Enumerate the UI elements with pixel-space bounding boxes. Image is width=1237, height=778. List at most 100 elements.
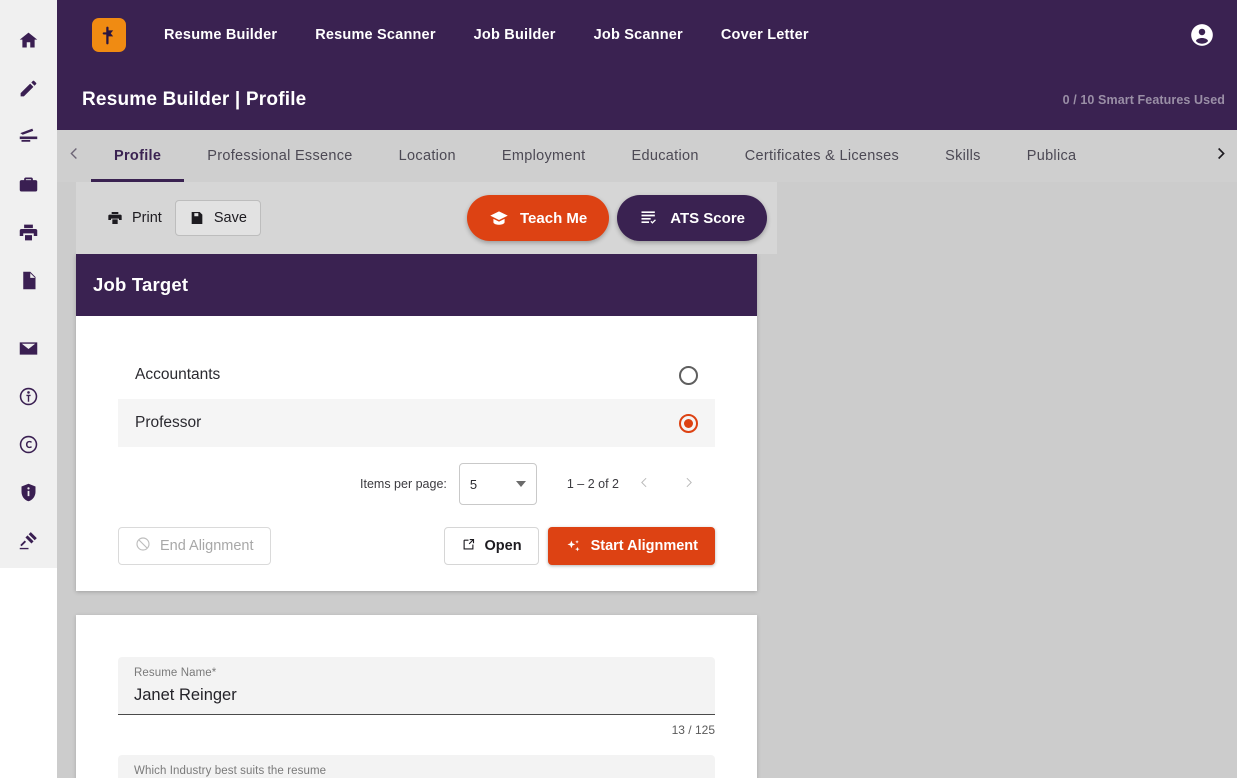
tab-certificates-and-licenses[interactable]: Certificates & Licenses (722, 130, 922, 182)
left-icon-rail (0, 0, 57, 778)
info-person-icon (18, 386, 39, 407)
ats-score-label: ATS Score (670, 209, 745, 227)
job-target-body: Accountants Professor Items per page: 5 (76, 316, 757, 591)
start-alignment-button[interactable]: Start Alignment (547, 527, 715, 565)
page-title-row: Resume Builder | Profile 0 / 10 Smart Fe… (57, 70, 1237, 130)
left-icon-rail-panel (0, 0, 57, 568)
job-target-title: Job Target (93, 274, 189, 295)
teach-me-button[interactable]: Teach Me (467, 195, 610, 241)
job-target-card: Job Target Accountants Professor Items p… (76, 254, 757, 591)
logo-flag-icon (99, 25, 120, 46)
printer-icon (107, 210, 123, 226)
tab-profile[interactable]: Profile (91, 130, 185, 182)
chevron-right-icon (1213, 146, 1228, 166)
job-target-option-professor[interactable]: Professor (118, 399, 715, 447)
teach-me-label: Teach Me (520, 209, 588, 227)
tab-education[interactable]: Education (609, 130, 722, 182)
save-button[interactable]: Save (174, 200, 261, 236)
items-per-page-select[interactable]: 5 (458, 463, 537, 505)
smart-features-counter: 0 / 10 Smart Features Used (1062, 93, 1225, 107)
pagination-range-label: 1 – 2 of 2 (566, 477, 619, 491)
open-external-icon (461, 537, 476, 556)
resume-name-input[interactable] (134, 686, 699, 705)
tab-location[interactable]: Location (376, 130, 479, 182)
nav-link-resume-builder[interactable]: Resume Builder (164, 27, 277, 43)
start-alignment-label: Start Alignment (590, 538, 698, 554)
industry-select-field[interactable]: Which Industry best suits the resume Hea… (118, 755, 715, 778)
main-content-column: Print Save Teach Me ATS Score Job Target… (76, 182, 777, 778)
shield-info-icon (18, 482, 39, 503)
radio-professor[interactable] (679, 413, 698, 433)
document-icon (18, 270, 39, 291)
items-per-page-label: Items per page: (360, 477, 447, 491)
job-target-header: Job Target (76, 254, 757, 316)
rail-item-copyright[interactable] (9, 424, 49, 464)
open-button[interactable]: Open (443, 527, 539, 565)
copyright-icon (18, 434, 39, 455)
end-alignment-button[interactable]: End Alignment (118, 527, 271, 565)
rail-item-home[interactable] (9, 20, 49, 60)
scanner-icon (18, 126, 39, 147)
job-target-option-label: Accountants (135, 366, 221, 383)
edit-icon (18, 78, 39, 99)
briefcase-icon (18, 174, 39, 195)
rail-item-resume-scanner[interactable] (9, 116, 49, 156)
rail-item-terms[interactable] (9, 520, 49, 560)
account-circle-icon[interactable] (1189, 22, 1215, 48)
save-button-label: Save (213, 210, 247, 226)
nav-link-job-builder[interactable]: Job Builder (474, 27, 556, 43)
tabs-scroll-left-button[interactable] (57, 130, 91, 182)
chevron-down-icon (515, 481, 526, 487)
resume-name-label: Resume Name* (134, 667, 217, 679)
content-toolbar: Print Save Teach Me ATS Score (76, 182, 777, 254)
resume-details-card: Resume Name* 13 / 125 Which Industry bes… (76, 615, 757, 778)
open-label: Open (484, 538, 522, 554)
app-logo[interactable] (92, 18, 126, 52)
printer-icon (18, 222, 39, 243)
chevron-left-icon (638, 476, 651, 492)
rail-item-contact[interactable] (9, 328, 49, 368)
resume-name-field[interactable]: Resume Name* (118, 657, 715, 715)
app-header: Resume Builder Resume Scanner Job Builde… (57, 0, 1237, 130)
gavel-icon (18, 530, 39, 551)
items-per-page-value: 5 (469, 476, 478, 492)
nav-link-resume-scanner[interactable]: Resume Scanner (315, 27, 435, 43)
sparkles-icon (565, 538, 582, 555)
job-target-actions: End Alignment Open Start Alignment (118, 527, 715, 565)
rail-item-cover-letter[interactable] (9, 260, 49, 300)
tab-publications[interactable]: Publica (1004, 130, 1100, 182)
rail-item-job-scanner[interactable] (9, 212, 49, 252)
page-title: Resume Builder | Profile (82, 89, 307, 110)
graduation-cap-icon (489, 208, 509, 228)
rail-item-edit[interactable] (9, 68, 49, 108)
print-button[interactable]: Print (94, 200, 175, 236)
chevron-left-icon (67, 146, 82, 166)
tab-skills[interactable]: Skills (922, 130, 1004, 182)
ban-icon (135, 536, 151, 556)
previous-page-button[interactable] (625, 465, 663, 503)
ats-score-button[interactable]: ATS Score (617, 195, 767, 241)
end-alignment-label: End Alignment (160, 538, 254, 554)
paginator: Items per page: 5 1 – 2 of 2 (118, 463, 715, 505)
job-target-option-label: Professor (135, 414, 202, 431)
checklist-icon (639, 208, 659, 228)
radio-accountants[interactable] (679, 365, 698, 385)
tab-bar: Profile Professional Essence Location Em… (57, 130, 1237, 182)
nav-link-cover-letter[interactable]: Cover Letter (721, 27, 809, 43)
mail-icon (18, 338, 39, 359)
job-target-option-accountants[interactable]: Accountants (118, 351, 715, 399)
rail-item-job-builder[interactable] (9, 164, 49, 204)
tab-professional-essence[interactable]: Professional Essence (184, 130, 375, 182)
print-button-label: Print (132, 210, 162, 226)
industry-label: Which Industry best suits the resume (134, 765, 327, 777)
top-navigation-bar: Resume Builder Resume Scanner Job Builde… (57, 0, 1237, 70)
tabs-scroll-right-button[interactable] (1203, 130, 1237, 182)
chevron-right-icon (682, 476, 695, 492)
tab-employment[interactable]: Employment (479, 130, 609, 182)
next-page-button[interactable] (669, 465, 707, 503)
page-body: Resume Builder Resume Scanner Job Builde… (57, 0, 1237, 778)
rail-item-about[interactable] (9, 376, 49, 416)
rail-item-privacy[interactable] (9, 472, 49, 512)
nav-link-job-scanner[interactable]: Job Scanner (594, 27, 683, 43)
app-root: Resume Builder Resume Scanner Job Builde… (0, 0, 1237, 778)
